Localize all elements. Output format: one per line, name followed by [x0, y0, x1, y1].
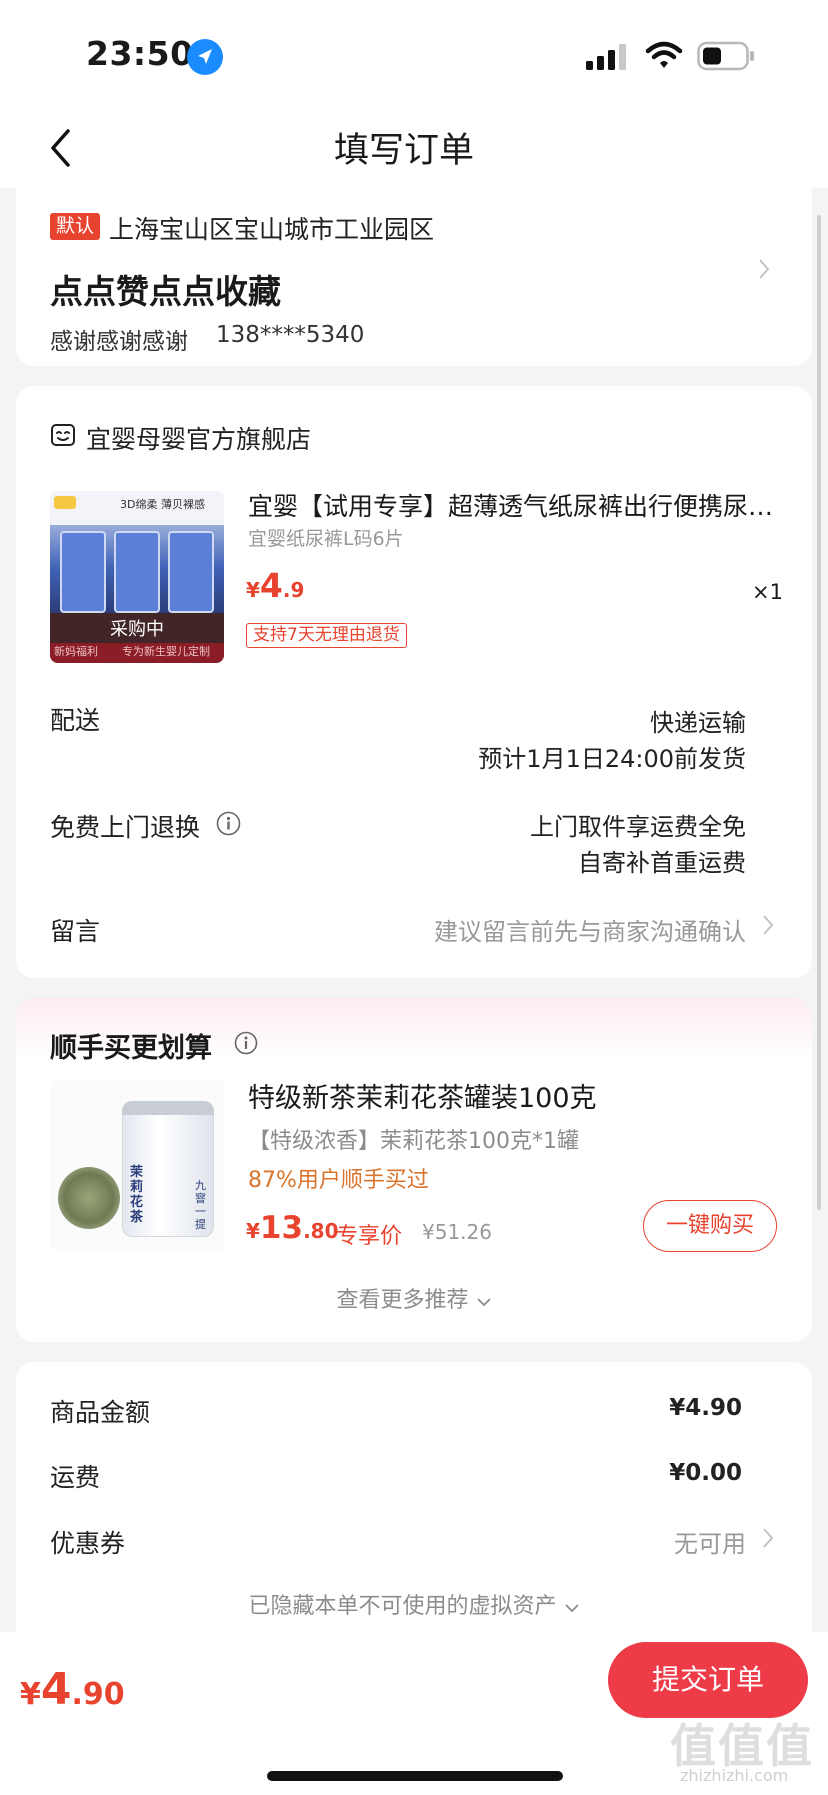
- recommend-price: ¥13.80: [246, 1210, 339, 1246]
- price-integer: 4: [40, 1664, 72, 1715]
- goods-amount-label: 商品金额: [50, 1398, 151, 1427]
- coupon-value[interactable]: 无可用: [674, 1524, 746, 1559]
- hidden-assets-label: 已隐藏本单不可使用的虚拟资产: [248, 1594, 557, 1619]
- self-send-value: 自寄补首重运费: [578, 849, 746, 877]
- note-input[interactable]: 建议留言前先与商家沟通确认: [434, 912, 746, 947]
- one-click-buy-button[interactable]: 一键购买: [643, 1200, 777, 1252]
- product-spec: 宜婴纸尿裤L码6片: [248, 528, 404, 550]
- home-indicator[interactable]: [267, 1771, 563, 1781]
- recommend-title: 顺手买更划算: [50, 1033, 212, 1064]
- recipient-phone: 138****5340: [216, 322, 365, 348]
- chevron-right-icon: [763, 915, 774, 935]
- location-arrow-icon: [187, 39, 223, 75]
- recommend-product-desc: 【特级浓香】茉莉花茶100克*1罐: [248, 1129, 579, 1154]
- hidden-assets-toggle[interactable]: 已隐藏本单不可使用的虚拟资产: [0, 1588, 828, 1620]
- total-price: ¥4.90: [20, 1664, 125, 1715]
- watermark-url: zhizhizhi.com: [680, 1766, 789, 1785]
- price-decimal: .80: [303, 1219, 339, 1243]
- return-policy-tag: 支持7天无理由退货: [246, 623, 407, 648]
- price-decimal: .9: [282, 578, 305, 602]
- chevron-right-icon: [763, 1528, 774, 1548]
- delivery-method: 快递运输: [650, 709, 746, 737]
- freight-value: ¥0.00: [669, 1460, 742, 1486]
- delivery-label: 配送: [50, 706, 101, 735]
- more-recommend-label: 查看更多推荐: [336, 1288, 469, 1313]
- page-title: 填写订单: [333, 131, 474, 171]
- freight-label: 运费: [50, 1463, 101, 1492]
- battery-icon: [697, 41, 754, 71]
- free-return-value: 上门取件享运费全免: [530, 813, 746, 841]
- goods-amount-value: ¥4.90: [669, 1395, 742, 1421]
- status-time: 23:50: [86, 34, 194, 73]
- price-integer: 13: [259, 1210, 304, 1246]
- recommend-product-image[interactable]: 茉莉花茶 九窨一提: [50, 1079, 224, 1251]
- product-price: ¥4.9: [246, 566, 304, 605]
- info-icon[interactable]: [216, 811, 241, 836]
- product-image-label-left: 新妈福利: [54, 645, 98, 658]
- product-image-tagline: 3D绵柔 薄贝裸感: [120, 498, 205, 511]
- purchasing-overlay: 采购中: [110, 619, 164, 640]
- price-decimal: .90: [71, 1677, 125, 1712]
- cellular-signal-icon: [586, 44, 626, 70]
- wifi-icon: [645, 41, 683, 68]
- shop-icon: [51, 424, 75, 446]
- currency-symbol: ¥: [246, 1219, 260, 1243]
- info-icon[interactable]: [234, 1031, 258, 1055]
- shop-name[interactable]: 宜婴母婴官方旗舰店: [86, 420, 311, 456]
- currency-symbol: ¥: [246, 578, 260, 602]
- product-image-label-right: 专为新生婴儿定制: [122, 645, 210, 658]
- chevron-right-icon: [759, 259, 770, 279]
- more-recommend-button[interactable]: 查看更多推荐: [0, 1282, 828, 1314]
- recommend-sold-rate: 87%用户顺手买过: [248, 1168, 429, 1193]
- address-name: 点点赞点点收藏: [50, 272, 281, 311]
- recipient-name: 感谢感谢感谢: [50, 329, 188, 355]
- product-quantity: ×1: [752, 580, 783, 604]
- coupon-label: 优惠券: [50, 1529, 126, 1558]
- address-line: 上海宝山区宝山城市工业园区: [109, 215, 435, 244]
- note-label: 留言: [50, 917, 101, 946]
- product-image[interactable]: 3D绵柔 薄贝裸感 采购中 新妈福利 专为新生婴儿定制: [50, 491, 224, 663]
- submit-order-button[interactable]: 提交订单: [608, 1642, 808, 1718]
- scrollbar[interactable]: [817, 215, 821, 1210]
- price-integer: 4: [259, 566, 283, 605]
- special-price-label: 专享价: [336, 1224, 403, 1249]
- chevron-down-icon: [476, 1298, 491, 1307]
- delivery-estimate: 预计1月1日24:00前发货: [478, 745, 746, 773]
- product-title[interactable]: 宜婴【试用专享】超薄透气纸尿裤出行便携尿…: [248, 487, 776, 523]
- free-return-label: 免费上门退换: [50, 813, 201, 842]
- recommend-product-name[interactable]: 特级新茶茉莉花茶罐装100克: [248, 1076, 597, 1115]
- tea-can-side-label: 九窨一提: [195, 1179, 206, 1231]
- original-price: ¥51.26: [422, 1220, 492, 1244]
- chevron-down-icon: [564, 1604, 579, 1613]
- currency-symbol: ¥: [20, 1677, 41, 1712]
- tea-can-label: 茉莉花茶: [130, 1165, 144, 1225]
- default-address-badge: 默认: [50, 213, 101, 240]
- order-card: [16, 386, 812, 978]
